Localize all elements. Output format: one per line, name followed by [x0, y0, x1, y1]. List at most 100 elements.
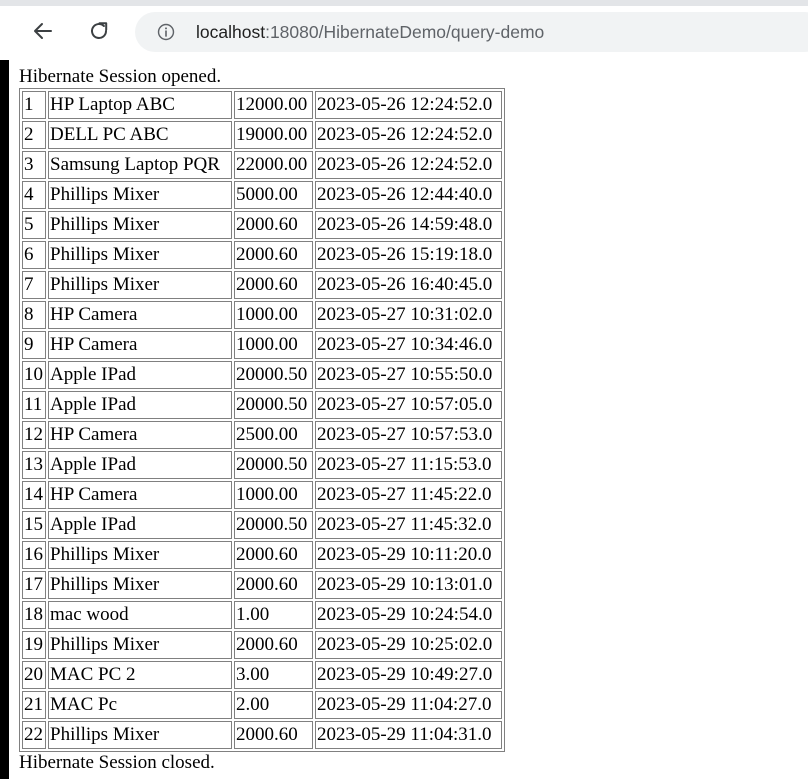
- cell-id: 21: [22, 691, 46, 719]
- cell-id: 19: [22, 631, 46, 659]
- cell-product-name: HP Camera: [48, 481, 232, 509]
- cell-price: 19000.00: [234, 121, 313, 149]
- cell-id: 10: [22, 361, 46, 389]
- browser-toolbar: localhost:18080/HibernateDemo/query-demo: [0, 0, 808, 60]
- reload-icon: [91, 22, 108, 39]
- cell-product-name: Phillips Mixer: [48, 721, 232, 749]
- cell-id: 16: [22, 541, 46, 569]
- cell-created-date: 2023-05-29 11:04:27.0: [315, 691, 502, 719]
- cell-product-name: HP Laptop ABC: [48, 91, 232, 119]
- cell-created-date: 2023-05-29 10:11:20.0: [315, 541, 502, 569]
- cell-product-name: MAC Pc: [48, 691, 232, 719]
- results-table-body: 1 HP Laptop ABC 12000.00 2023-05-26 12:24:5…: [22, 91, 502, 749]
- address-bar[interactable]: localhost:18080/HibernateDemo/query-demo: [135, 12, 808, 52]
- table-row: 20 MAC PC 2 3.00 2023-05-29 10:49:27.0: [22, 661, 502, 689]
- cell-id: 8: [22, 301, 46, 329]
- cell-created-date: 2023-05-27 11:15:53.0: [315, 451, 502, 479]
- cell-price: 1.00: [234, 601, 313, 629]
- cell-created-date: 2023-05-26 12:24:52.0: [315, 91, 502, 119]
- reload-button[interactable]: [82, 14, 116, 48]
- cell-id: 11: [22, 391, 46, 419]
- table-row: 18 mac wood 1.00 2023-05-29 10:24:54.0: [22, 601, 502, 629]
- cell-price: 2000.60: [234, 631, 313, 659]
- cell-created-date: 2023-05-27 11:45:32.0: [315, 511, 502, 539]
- window-edge: [0, 60, 9, 779]
- cell-product-name: Phillips Mixer: [48, 541, 232, 569]
- cell-product-name: HP Camera: [48, 331, 232, 359]
- back-button[interactable]: [26, 14, 60, 48]
- table-row: 2 DELL PC ABC 19000.00 2023-05-26 12:24:52.…: [22, 121, 502, 149]
- table-row: 17 Phillips Mixer 2000.60 2023-05-29 10:13:…: [22, 571, 502, 599]
- cell-created-date: 2023-05-27 10:57:53.0: [315, 421, 502, 449]
- table-row: 8 HP Camera 1000.00 2023-05-27 10:31:02.0: [22, 301, 502, 329]
- cell-price: 20000.50: [234, 511, 313, 539]
- cell-created-date: 2023-05-29 11:04:31.0: [315, 721, 502, 749]
- cell-price: 1000.00: [234, 331, 313, 359]
- cell-created-date: 2023-05-29 10:13:01.0: [315, 571, 502, 599]
- cell-created-date: 2023-05-29 10:25:02.0: [315, 631, 502, 659]
- cell-id: 3: [22, 151, 46, 179]
- page-content: Hibernate Session opened. 1 HP Laptop ABC…: [19, 66, 505, 774]
- cell-price: 2000.60: [234, 271, 313, 299]
- table-row: 14 HP Camera 1000.00 2023-05-27 11:45:22.0: [22, 481, 502, 509]
- cell-id: 5: [22, 211, 46, 239]
- cell-created-date: 2023-05-27 10:34:46.0: [315, 331, 502, 359]
- info-icon[interactable]: [157, 23, 175, 41]
- cell-product-name: MAC PC 2: [48, 661, 232, 689]
- cell-created-date: 2023-05-29 10:49:27.0: [315, 661, 502, 689]
- cell-product-name: Phillips Mixer: [48, 631, 232, 659]
- cell-price: 22000.00: [234, 151, 313, 179]
- cell-product-name: DELL PC ABC: [48, 121, 232, 149]
- tab-strip-edge: [0, 0, 808, 6]
- table-row: 21 MAC Pc 2.00 2023-05-29 11:04:27.0: [22, 691, 502, 719]
- cell-price: 20000.50: [234, 361, 313, 389]
- url-path: :18080/HibernateDemo/query-demo: [265, 22, 545, 42]
- url-text[interactable]: localhost:18080/HibernateDemo/query-demo: [196, 22, 544, 42]
- cell-created-date: 2023-05-27 10:55:50.0: [315, 361, 502, 389]
- cell-price: 1000.00: [234, 301, 313, 329]
- cell-id: 22: [22, 721, 46, 749]
- session-opened-text: Hibernate Session opened.: [19, 66, 222, 87]
- cell-created-date: 2023-05-27 11:45:22.0: [315, 481, 502, 509]
- cell-id: 18: [22, 601, 46, 629]
- table-row: 4 Phillips Mixer 5000.00 2023-05-26 12:44:4…: [22, 181, 502, 209]
- cell-product-name: Phillips Mixer: [48, 571, 232, 599]
- table-row: 7 Phillips Mixer 2000.60 2023-05-26 16:40:4…: [22, 271, 502, 299]
- cell-product-name: Samsung Laptop PQR: [48, 151, 232, 179]
- cell-created-date: 2023-05-29 10:24:54.0: [315, 601, 502, 629]
- cell-product-name: Phillips Mixer: [48, 181, 232, 209]
- cell-id: 14: [22, 481, 46, 509]
- results-table: 1 HP Laptop ABC 12000.00 2023-05-26 12:24:5…: [19, 88, 505, 752]
- cell-product-name: Phillips Mixer: [48, 211, 232, 239]
- cell-created-date: 2023-05-26 12:44:40.0: [315, 181, 502, 209]
- cell-product-name: Phillips Mixer: [48, 241, 232, 269]
- table-row: 3 Samsung Laptop PQR 22000.00 2023-05-26 12…: [22, 151, 502, 179]
- cell-price: 20000.50: [234, 451, 313, 479]
- cell-id: 1: [22, 91, 46, 119]
- cell-created-date: 2023-05-27 10:31:02.0: [315, 301, 502, 329]
- cell-product-name: Apple IPad: [48, 361, 232, 389]
- cell-id: 2: [22, 121, 46, 149]
- table-row: 19 Phillips Mixer 2000.60 2023-05-29 10:25:…: [22, 631, 502, 659]
- session-closed-text: Hibernate Session closed.: [19, 752, 215, 773]
- cell-price: 2000.60: [234, 241, 313, 269]
- table-row: 13 Apple IPad 20000.50 2023-05-27 11:15:53.…: [22, 451, 502, 479]
- cell-created-date: 2023-05-26 12:24:52.0: [315, 121, 502, 149]
- cell-product-name: HP Camera: [48, 301, 232, 329]
- cell-price: 5000.00: [234, 181, 313, 209]
- cell-product-name: HP Camera: [48, 421, 232, 449]
- url-host: localhost: [196, 22, 266, 42]
- table-row: 5 Phillips Mixer 2000.60 2023-05-26 14:59:4…: [22, 211, 502, 239]
- table-row: 22 Phillips Mixer 2000.60 2023-05-29 11:04:…: [22, 721, 502, 749]
- cell-id: 9: [22, 331, 46, 359]
- cell-price: 2000.60: [234, 571, 313, 599]
- cell-id: 12: [22, 421, 46, 449]
- cell-price: 2000.60: [234, 721, 313, 749]
- cell-price: 1000.00: [234, 481, 313, 509]
- table-row: 10 Apple IPad 20000.50 2023-05-27 10:55:50.…: [22, 361, 502, 389]
- table-row: 1 HP Laptop ABC 12000.00 2023-05-26 12:24:5…: [22, 91, 502, 119]
- cell-created-date: 2023-05-26 16:40:45.0: [315, 271, 502, 299]
- arrow-left-icon: [34, 23, 52, 39]
- cell-id: 17: [22, 571, 46, 599]
- table-row: 9 HP Camera 1000.00 2023-05-27 10:34:46.0: [22, 331, 502, 359]
